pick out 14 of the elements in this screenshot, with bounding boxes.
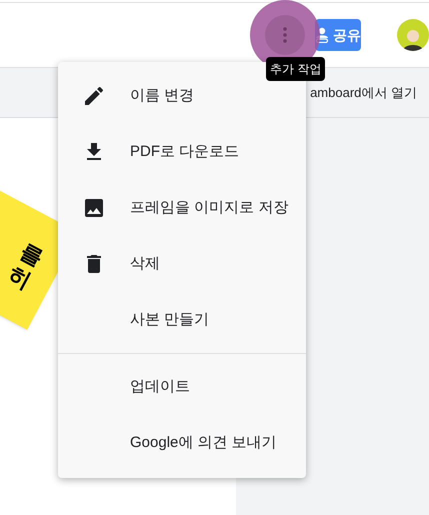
- menu-item[interactable]: 삭제: [58, 248, 306, 280]
- menu-item[interactable]: 프레임을 이미지로 저장: [58, 192, 306, 224]
- open-link[interactable]: amboard에서 열기: [310, 82, 417, 102]
- avatar[interactable]: [397, 19, 429, 51]
- menu-item[interactable]: PDF로 다운로드: [58, 136, 306, 168]
- menu-item[interactable]: 이름 변경: [58, 80, 306, 112]
- tooltip: 추가 작업: [266, 57, 326, 81]
- more-icon: [283, 27, 287, 43]
- share-button[interactable]: 공유: [315, 19, 361, 51]
- image-icon: [82, 196, 106, 220]
- pencil-icon: [82, 84, 106, 108]
- menu-item[interactable]: 업데이트: [58, 371, 306, 403]
- menu-item[interactable]: Google에 의견 보내기: [58, 427, 306, 459]
- menu-item[interactable]: 사본 만들기: [58, 304, 306, 336]
